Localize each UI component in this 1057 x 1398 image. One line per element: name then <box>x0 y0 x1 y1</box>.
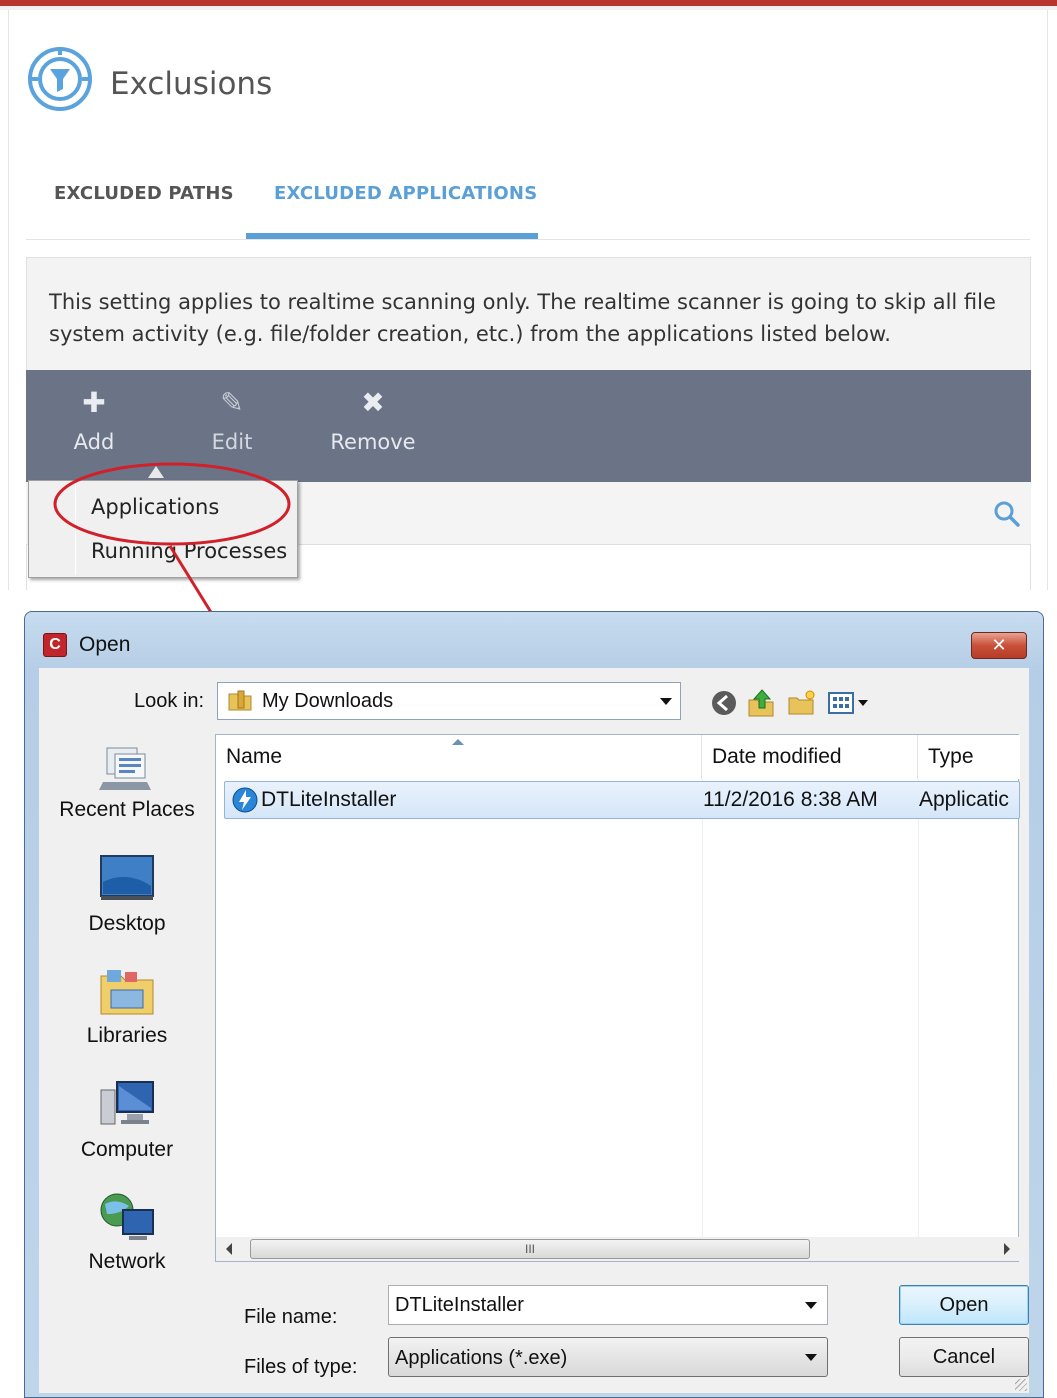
folder-icon <box>228 690 252 711</box>
file-list: Name Date modified Type DTLiteInstaller … <box>215 734 1020 1262</box>
info-text: This setting applies to realtime scannin… <box>49 290 996 346</box>
place-recent-places[interactable]: Recent Places <box>39 738 215 822</box>
recent-places-icon <box>99 747 151 790</box>
place-label: Libraries <box>86 1024 168 1047</box>
place-computer[interactable]: Computer <box>39 1078 215 1162</box>
x-icon: ✖ <box>361 387 385 418</box>
look-in-dropdown[interactable]: My Downloads <box>217 682 681 720</box>
places-bar: Recent Places Desktop Libraries Computer… <box>39 738 215 1298</box>
plus-icon: ✚ <box>82 387 106 418</box>
exclusions-toolbar: ✚ Add ✎ Edit ✖ Remove <box>26 370 1031 482</box>
menu-item-running-processes[interactable]: Running Processes <box>91 539 287 563</box>
file-name-cell: DTLiteInstaller <box>261 788 397 811</box>
file-date-cell: 11/2/2016 8:38 AM <box>703 788 878 811</box>
up-folder-icon[interactable] <box>747 688 777 718</box>
new-folder-icon[interactable] <box>787 688 817 718</box>
column-header-date-modified[interactable]: Date modified <box>702 735 918 779</box>
look-in-label: Look in: <box>134 690 205 712</box>
chevron-down-icon <box>660 698 672 705</box>
view-menu-icon[interactable] <box>827 688 871 718</box>
network-icon <box>100 1193 154 1240</box>
file-type-cell: Applicatic <box>919 788 1009 811</box>
sort-ascending-icon <box>452 739 464 745</box>
page-title: Exclusions <box>110 66 273 102</box>
file-name-combo[interactable] <box>388 1285 828 1325</box>
libraries-icon <box>100 970 154 1015</box>
place-network[interactable]: Network <box>39 1190 215 1274</box>
look-in-value: My Downloads <box>262 690 394 712</box>
remove-button[interactable]: ✖ Remove <box>328 370 418 482</box>
place-label: Desktop <box>88 912 166 935</box>
column-header-name[interactable]: Name <box>216 735 702 779</box>
close-button[interactable]: ✕ <box>971 632 1027 659</box>
scroll-left-arrow-icon[interactable] <box>226 1243 232 1255</box>
menu-gutter <box>75 483 76 575</box>
column-separator <box>702 779 703 1237</box>
installer-app-icon <box>232 787 258 813</box>
chevron-down-icon[interactable] <box>805 1302 817 1309</box>
column-name-label: Name <box>226 745 283 768</box>
tab-divider <box>26 239 1030 240</box>
add-label: Add <box>73 430 115 454</box>
dialog-title: Open <box>79 633 131 656</box>
column-header-type[interactable]: Type <box>918 735 1020 779</box>
desktop-icon <box>100 855 154 900</box>
place-desktop[interactable]: Desktop <box>39 852 215 936</box>
edit-label: Edit <box>211 430 253 454</box>
resize-grip[interactable] <box>1015 1379 1027 1391</box>
menu-item-applications[interactable]: Applications <box>91 495 219 519</box>
open-button[interactable]: Open <box>899 1285 1029 1325</box>
file-type-value: Applications (*.exe) <box>395 1347 568 1369</box>
navigation-toolbar <box>707 684 887 720</box>
file-row[interactable]: DTLiteInstaller 11/2/2016 8:38 AM Applic… <box>224 781 1020 819</box>
app-logo-icon: C <box>43 633 67 657</box>
file-type-select[interactable]: Applications (*.exe) <box>388 1337 828 1377</box>
add-context-menu: Applications Running Processes <box>28 480 298 578</box>
file-name-label: File name: <box>244 1306 338 1328</box>
horizontal-scrollbar[interactable]: III <box>216 1237 1020 1261</box>
add-dropdown-caret <box>148 466 164 478</box>
place-label: Network <box>88 1250 166 1273</box>
edit-button[interactable]: ✎ Edit <box>202 370 262 482</box>
cancel-button[interactable]: Cancel <box>899 1337 1029 1377</box>
add-button[interactable]: ✚ Add <box>64 370 124 482</box>
dialog-body: Look in: My Downloads Recent Places Desk… <box>39 668 1029 1393</box>
scroll-thumb[interactable]: III <box>250 1239 810 1259</box>
open-file-dialog: C Open ✕ Look in: My Downloads Recent Pl… <box>24 611 1044 1398</box>
remove-label: Remove <box>330 430 416 454</box>
chevron-down-icon <box>805 1354 817 1361</box>
pencil-icon: ✎ <box>220 387 244 418</box>
scroll-right-arrow-icon[interactable] <box>1004 1243 1010 1255</box>
place-label: Recent Places <box>59 798 195 821</box>
place-libraries[interactable]: Libraries <box>39 964 215 1048</box>
column-separator <box>918 779 919 1237</box>
info-box: This setting applies to realtime scannin… <box>26 257 1031 370</box>
tab-excluded-applications[interactable]: EXCLUDED APPLICATIONS <box>274 183 537 204</box>
search-icon[interactable] <box>993 500 1021 528</box>
file-name-input[interactable] <box>395 1292 795 1318</box>
file-type-label: Files of type: <box>244 1356 358 1378</box>
back-icon[interactable] <box>709 688 739 718</box>
dialog-titlebar[interactable]: C Open ✕ <box>25 612 1043 668</box>
tab-excluded-paths[interactable]: EXCLUDED PATHS <box>54 183 234 204</box>
computer-icon <box>100 1081 154 1125</box>
place-label: Computer <box>80 1138 174 1161</box>
window-top-border <box>0 0 1057 10</box>
exclusions-filter-icon <box>28 47 92 111</box>
